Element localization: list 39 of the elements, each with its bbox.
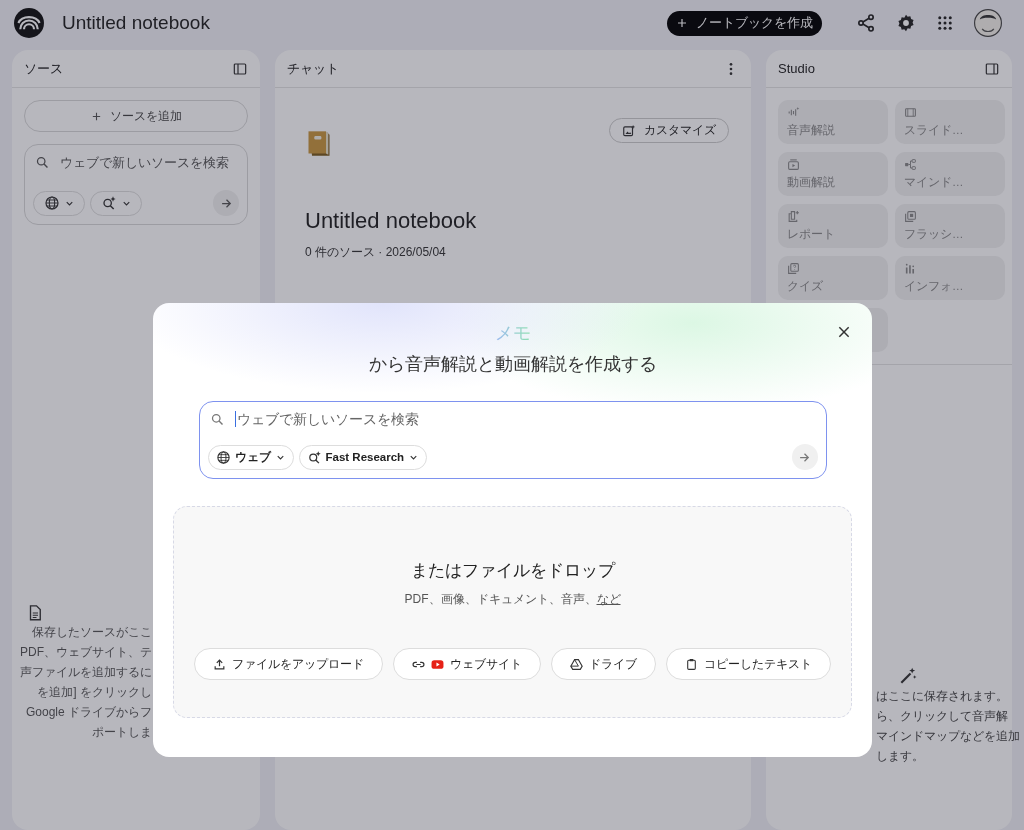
panel-title: ソース <box>24 59 63 78</box>
empty-state-text: ら、クリックして音声解 <box>876 708 1008 725</box>
source-option-button[interactable]: ファイルをアップロード <box>194 648 383 680</box>
empty-state-text: 保存したソースがここ <box>32 624 152 641</box>
source-option-button[interactable]: ウェブサイト <box>393 648 541 680</box>
empty-state-text: 声ファイルを追加するに <box>20 664 152 681</box>
create-notebook-button[interactable]: ノートブックを作成 <box>667 10 822 36</box>
tile-label: レポート <box>787 227 835 242</box>
tile-label: クイズ <box>787 279 823 294</box>
supported-types-text: PDF、画像、ドキュメント、音声、 <box>404 592 597 606</box>
empty-state-text: マインドマップなどを追加 <box>876 728 1020 745</box>
empty-state-text: ポートしま <box>92 724 152 741</box>
tile-label: 音声解説 <box>787 123 835 138</box>
web-source-dropdown[interactable]: ウェブ <box>207 444 294 470</box>
empty-state-text: します。 <box>876 748 924 765</box>
empty-state-text: PDF、ウェブサイト、テ <box>20 644 152 661</box>
panel-title: Studio <box>778 61 815 76</box>
notebook-heading: Untitled notebook <box>305 208 478 234</box>
tile-label: マインド… <box>904 175 964 190</box>
tile-label: 動画解説 <box>787 175 835 190</box>
tile-label: フラッシ… <box>904 227 964 242</box>
source-count-date: 0 件のソース · 2026/05/04 <box>305 244 447 261</box>
empty-state-text: Google ドライブからフ <box>25 704 152 721</box>
source-option-button[interactable]: コピーしたテキスト <box>666 648 831 680</box>
search-field[interactable]: ウェブで新しいソースを検索 <box>59 155 239 170</box>
tile-label: スライド… <box>904 123 964 138</box>
empty-state-text: はここに保存されます。 <box>876 688 1008 705</box>
drop-zone[interactable]: またはファイルをドロップ PDF、画像、ドキュメント、音声、など ファイルをアップロード ウェブサイト ドライブ コピーしたテキスト <box>173 506 852 718</box>
drop-title: またはファイルをドロップ <box>410 560 615 582</box>
panel-title: チャット <box>287 59 339 78</box>
search-field[interactable]: ウェブで新しいソースを検索 <box>236 411 737 427</box>
add-source-button[interactable]: ソースを追加 <box>24 100 248 132</box>
notebook-title: Untitled notebook <box>62 12 210 34</box>
more-link[interactable]: など <box>596 592 621 606</box>
dialog-heading: から音声解説と動画解説を作成する <box>368 353 657 376</box>
source-option-button[interactable]: ドライブ <box>551 648 656 680</box>
empty-state-text: を追加] をクリックし <box>37 684 152 701</box>
customize-button[interactable]: カスタマイズ <box>609 118 729 143</box>
research-mode-dropdown[interactable]: Fast Research <box>298 444 428 470</box>
